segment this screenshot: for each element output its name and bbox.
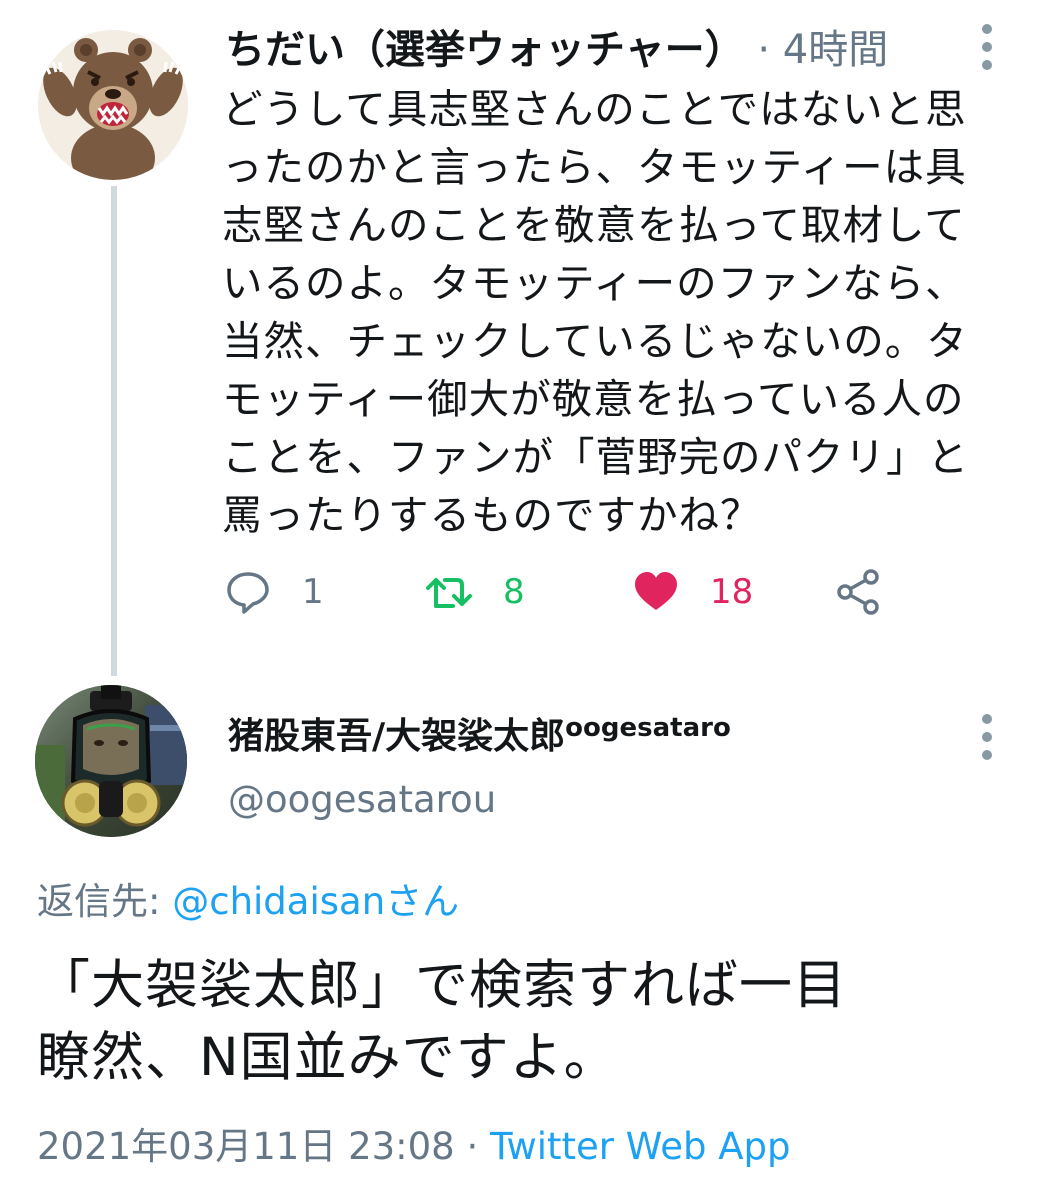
heart-icon (635, 572, 677, 610)
reply-more-options-icon[interactable] (972, 712, 1002, 762)
tweet-text-line: 罵ったりするものですかね？ (222, 491, 762, 539)
reply-text-line: 「大袈裟太郎」で検索すれば一目 (37, 955, 847, 1016)
reply-tweet-text: 「大袈裟太郎」で検索すれば一目 瞭然、N国並みですよ。 (37, 950, 1017, 1094)
reply-bubble-icon (227, 572, 269, 614)
reply-button[interactable]: 1 (224, 566, 324, 618)
tweet-time[interactable]: 4時間 (783, 27, 888, 73)
reply-to-mention-link[interactable]: @chidaisanさん (172, 880, 459, 923)
tweet-text: どうして具志堅さんのことではないと思 ったのかと言ったら、タモッティーは具 志堅… (222, 80, 1012, 544)
tweet-text-line: 当然、チェックしているじゃないの。タ (222, 317, 968, 365)
tweet-separator: · (744, 27, 783, 73)
tweet-timestamp[interactable]: 2021年03月11日 23:08 (37, 1125, 455, 1168)
tweet-text-line: ことを、ファンが「菅野完のパクリ」と (222, 433, 969, 481)
reply-to-label: 返信先: (37, 880, 173, 923)
bear-avatar-image (38, 30, 188, 180)
reply-author-handle[interactable]: @oogesatarou (228, 775, 496, 825)
reply-text-line: 瞭然、N国並みですよ。 (37, 1027, 618, 1088)
share-button[interactable] (835, 566, 883, 618)
tweet-header: ちだい（選挙ウォッチャー） · 4時間 (225, 18, 965, 82)
tweet-text-line: ったのかと言ったら、タモッティーは具 (222, 143, 967, 191)
tweet-source-link[interactable]: Twitter Web App (490, 1125, 790, 1168)
tweet-text-line: いるのよ。タモッティーのファンなら、 (222, 259, 967, 307)
author-name[interactable]: ちだい（選挙ウォッチャー） (225, 27, 745, 73)
reply-count: 1 (302, 572, 324, 612)
tweet-text-line: どうして具志堅さんのことではないと思 (222, 85, 967, 133)
like-button[interactable]: 18 (632, 566, 753, 618)
reply-author-avatar[interactable] (35, 685, 187, 837)
gas-mask-avatar-image (35, 685, 187, 837)
more-options-icon[interactable] (972, 22, 1002, 72)
display-name-suffix: oogesataro (565, 713, 731, 743)
tweet-meta: 2021年03月11日 23:08 · Twitter Web App (37, 1122, 791, 1172)
like-count: 18 (710, 572, 754, 612)
share-icon (837, 569, 879, 615)
author-avatar[interactable] (38, 30, 188, 180)
reply-author-name[interactable]: 猪股東吾/大袈裟太郎oogesataro (228, 700, 731, 757)
tweet-text-line: 志堅さんのことを敬意を払って取材して (222, 201, 966, 249)
retweet-count: 8 (503, 572, 525, 612)
display-name: 猪股東吾/大袈裟太郎 (228, 716, 566, 757)
thread-connector-line (111, 186, 117, 676)
retweet-icon (426, 578, 472, 608)
retweet-button[interactable]: 8 (425, 566, 525, 618)
meta-separator: · (454, 1125, 491, 1168)
tweet-text-line: モッティー御大が敬意を払っている人の (222, 375, 965, 423)
reply-to-line: 返信先: @chidaisanさん (37, 877, 459, 927)
